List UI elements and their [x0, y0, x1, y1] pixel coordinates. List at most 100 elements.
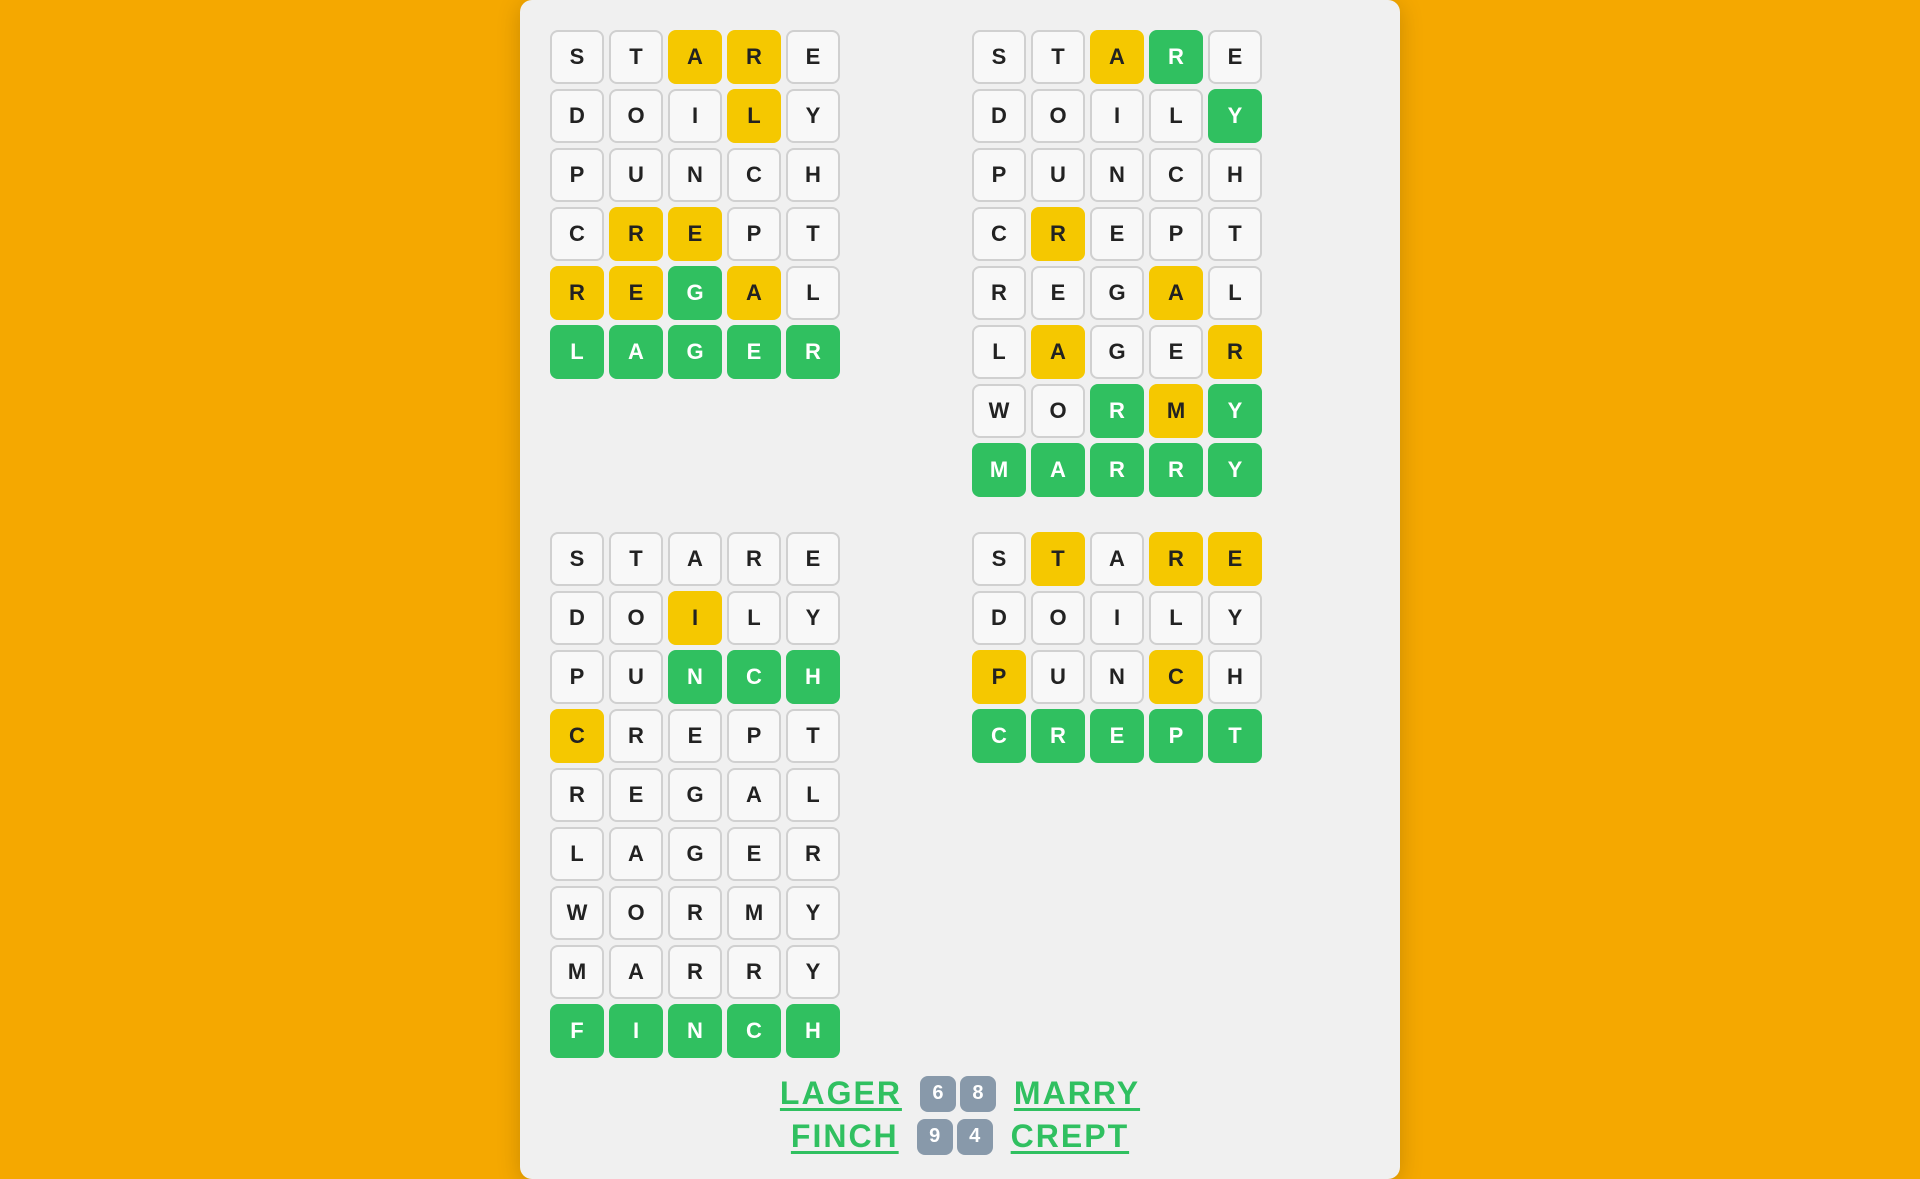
grid-cell: A	[609, 945, 663, 999]
grid-cell: F	[550, 1004, 604, 1058]
grid-cell: R	[609, 207, 663, 261]
grid-cell: I	[1090, 591, 1144, 645]
grid-cell: Y	[1208, 384, 1262, 438]
main-card: STAREDOILYPUNCHCREPTREGALLAGER STAREDOIL…	[520, 0, 1400, 1179]
grid-cell: O	[609, 89, 663, 143]
grid-cell: U	[1031, 148, 1085, 202]
bottom-grids-row: STAREDOILYPUNCHCREPTREGALLAGERWORMYMARRY…	[550, 532, 1370, 1063]
grid-cell: G	[668, 325, 722, 379]
grid-cell: P	[1149, 709, 1203, 763]
footer: LAGER 6 8 MARRY FINCH 9 4 CREPT	[550, 1075, 1370, 1155]
grid-cell: C	[1149, 148, 1203, 202]
grid-cell: R	[1149, 443, 1203, 497]
grid-cell: O	[609, 591, 663, 645]
grid-cell: C	[550, 709, 604, 763]
grid-cell: N	[1090, 650, 1144, 704]
grid-row: PUNCH	[550, 148, 948, 202]
grid-cell: O	[1031, 384, 1085, 438]
grid-cell: C	[972, 709, 1026, 763]
grid-row: CREPT	[550, 709, 948, 763]
grid-cell: R	[668, 945, 722, 999]
grid-cell: R	[1031, 709, 1085, 763]
top-grids-row: STAREDOILYPUNCHCREPTREGALLAGER STAREDOIL…	[550, 30, 1370, 502]
grid-row: CREPT	[972, 709, 1370, 763]
grid-cell: Y	[786, 945, 840, 999]
grid-cell: M	[1149, 384, 1203, 438]
grid-cell: R	[727, 532, 781, 586]
grid-cell: G	[1090, 266, 1144, 320]
grid-cell: L	[727, 89, 781, 143]
grid-row: DOILY	[550, 89, 948, 143]
grid-row: LAGER	[972, 325, 1370, 379]
grid-cell: E	[1208, 30, 1262, 84]
grid-cell: T	[1208, 709, 1262, 763]
grid-cell: O	[609, 886, 663, 940]
grid-cell: A	[1090, 30, 1144, 84]
grid-cell: E	[668, 207, 722, 261]
grid-cell: R	[1090, 443, 1144, 497]
grid-cell: T	[786, 207, 840, 261]
grid-cell: E	[609, 768, 663, 822]
grid-cell: C	[972, 207, 1026, 261]
grid-row: LAGER	[550, 325, 948, 379]
grid-cell: A	[1149, 266, 1203, 320]
grid-cell: Y	[786, 591, 840, 645]
grid-row: PUNCH	[550, 650, 948, 704]
grid-cell: S	[550, 532, 604, 586]
grid-cell: E	[668, 709, 722, 763]
grid-row: STARE	[550, 532, 948, 586]
grid-top-right: STAREDOILYPUNCHCREPTREGALLAGERWORMYMARRY	[972, 30, 1370, 502]
grid-cell: H	[1208, 148, 1262, 202]
grid-cell: U	[1031, 650, 1085, 704]
grid-row: PUNCH	[972, 650, 1370, 704]
grid-cell: P	[972, 148, 1026, 202]
grid-cell: L	[550, 827, 604, 881]
grid-cell: R	[786, 827, 840, 881]
grid-cell: R	[1149, 30, 1203, 84]
grid-cell: Y	[1208, 591, 1262, 645]
footer-word-finch: FINCH	[791, 1118, 899, 1155]
grid-cell: E	[786, 532, 840, 586]
grid-cell: G	[668, 266, 722, 320]
score-badge-2: 9 4	[917, 1119, 993, 1155]
grid-bottom-left: STAREDOILYPUNCHCREPTREGALLAGERWORMYMARRY…	[550, 532, 948, 1063]
grid-row: CREPT	[972, 207, 1370, 261]
grid-cell: E	[1090, 207, 1144, 261]
grid-row: CREPT	[550, 207, 948, 261]
grid-cell: A	[1031, 325, 1085, 379]
grid-cell: P	[727, 207, 781, 261]
grid-cell: N	[668, 650, 722, 704]
score-digit-4: 4	[957, 1119, 993, 1155]
grid-cell: Y	[786, 886, 840, 940]
grid-cell: L	[786, 266, 840, 320]
grid-cell: H	[786, 1004, 840, 1058]
grid-cell: T	[609, 532, 663, 586]
grid-cell: A	[609, 827, 663, 881]
grid-cell: P	[550, 148, 604, 202]
grid-cell: U	[609, 148, 663, 202]
grid-cell: L	[727, 591, 781, 645]
grid-cell: L	[972, 325, 1026, 379]
grid-cell: Y	[1208, 89, 1262, 143]
grid-row: REGAL	[550, 768, 948, 822]
grid-row: WORMY	[550, 886, 948, 940]
grid-cell: Y	[1208, 443, 1262, 497]
grid-cell: O	[1031, 89, 1085, 143]
grid-cell: L	[1149, 591, 1203, 645]
footer-word-lager: LAGER	[780, 1075, 902, 1112]
grid-cell: A	[727, 768, 781, 822]
grid-cell: C	[550, 207, 604, 261]
grid-cell: D	[972, 89, 1026, 143]
grid-row: FINCH	[550, 1004, 948, 1058]
grid-cell: T	[786, 709, 840, 763]
grid-row: PUNCH	[972, 148, 1370, 202]
grid-bottom-right: STAREDOILYPUNCHCREPT	[972, 532, 1370, 1063]
grid-cell: R	[1031, 207, 1085, 261]
grid-cell: I	[609, 1004, 663, 1058]
grid-cell: D	[550, 591, 604, 645]
grid-row: MARRY	[972, 443, 1370, 497]
grid-cell: C	[727, 650, 781, 704]
grid-cell: W	[972, 384, 1026, 438]
grid-cell: E	[1149, 325, 1203, 379]
grid-cell: S	[972, 30, 1026, 84]
